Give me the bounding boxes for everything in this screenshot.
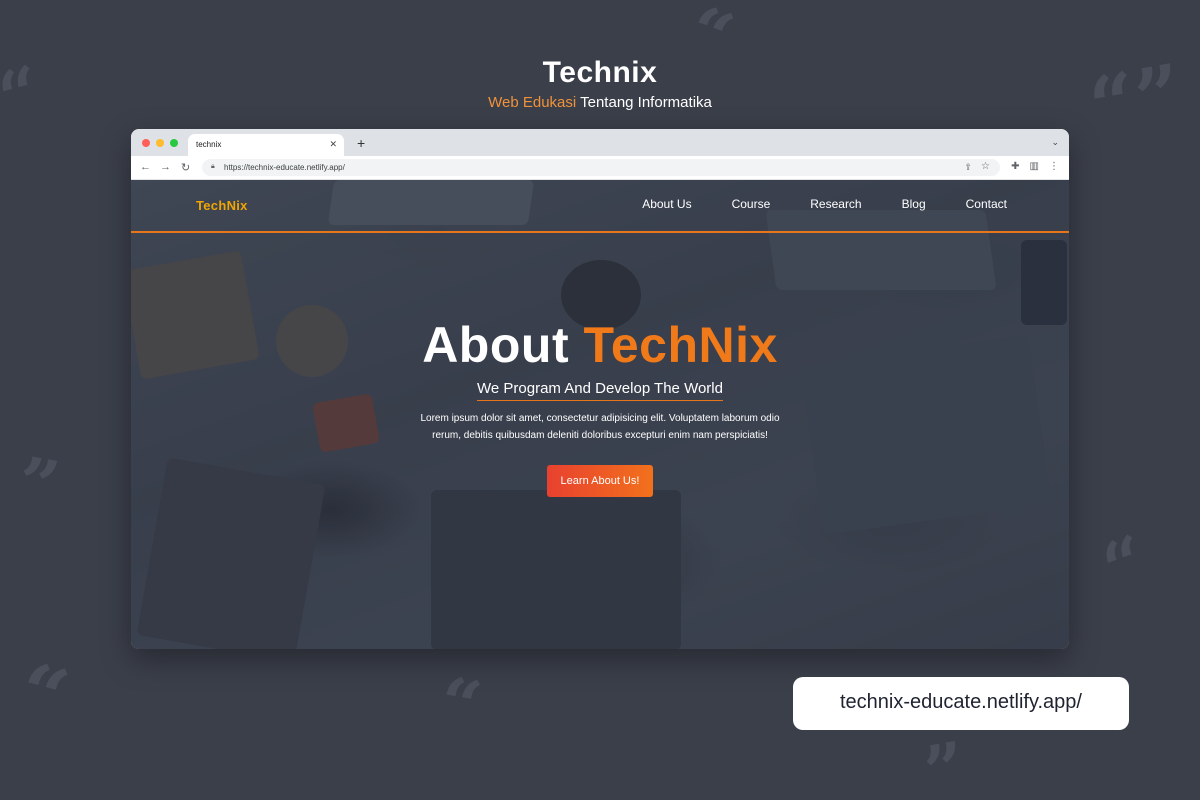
site-logo[interactable]: TechNix (196, 198, 248, 213)
hero-subtitle: We Program And Develop The World (477, 380, 723, 401)
window-controls (142, 139, 178, 147)
nav-links: About Us Course Research Blog Contact (642, 197, 1007, 211)
hero-title-white: About (422, 317, 570, 373)
share-icon[interactable]: ⇪ (964, 162, 972, 173)
quote-decoration-icon: “ (433, 660, 488, 749)
minimize-window-button[interactable] (156, 139, 164, 147)
reload-icon[interactable]: ↻ (181, 161, 190, 174)
forward-arrow-icon[interactable]: → (160, 161, 171, 173)
url-input[interactable]: 🔒︎ https://technix-educate.netlify.app/ … (202, 159, 1000, 176)
close-window-button[interactable] (142, 139, 150, 147)
plus-icon[interactable]: + (357, 135, 365, 151)
tab-title: technix (196, 140, 222, 149)
subtitle-rest: Tentang Informatika (580, 94, 712, 111)
nav-link-contact[interactable]: Contact (966, 197, 1007, 211)
url-text: https://technix-educate.netlify.app/ (224, 163, 345, 172)
nav-link-blog[interactable]: Blog (902, 197, 926, 211)
hero-title: About TechNix (131, 320, 1069, 370)
browser-window: technix ✕ + ⌄ ← → ↻ 🔒︎ https://technix-e… (131, 129, 1069, 649)
toolbar-icons: ✚ ▥ ⋮ (1011, 161, 1059, 172)
site-navbar: TechNix About Us Course Research Blog Co… (131, 180, 1069, 233)
quote-decoration-icon: “ (1091, 518, 1159, 611)
more-icon[interactable]: ⋮ (1049, 161, 1059, 172)
chevron-down-icon[interactable]: ⌄ (1051, 137, 1059, 148)
extensions-icon[interactable]: ✚ (1011, 161, 1019, 172)
page-subtitle: Web Edukasi Tentang Informatika (0, 94, 1200, 111)
page-title: Technix (542, 56, 658, 89)
nav-link-about-us[interactable]: About Us (642, 197, 691, 211)
nav-link-course[interactable]: Course (732, 197, 771, 211)
site-viewport: TechNix About Us Course Research Blog Co… (131, 180, 1069, 649)
address-bar: ← → ↻ 🔒︎ https://technix-educate.netlify… (131, 156, 1069, 180)
lock-icon: 🔒︎ (211, 163, 215, 170)
hero-description: Lorem ipsum dolor sit amet, consectetur … (420, 413, 780, 441)
sidepanel-icon[interactable]: ▥ (1030, 161, 1039, 172)
maximize-window-button[interactable] (170, 139, 178, 147)
learn-about-us-button[interactable]: Learn About Us! (546, 465, 654, 497)
browser-tab[interactable]: technix ✕ (188, 134, 344, 156)
nav-link-research[interactable]: Research (810, 197, 861, 211)
subtitle-accent: Web Edukasi (488, 94, 577, 111)
quote-decoration-icon: ” (11, 440, 66, 529)
url-badge: technix-educate.netlify.app/ (793, 677, 1129, 730)
hero-section: About TechNix We Program And Develop The… (131, 320, 1069, 497)
close-icon[interactable]: ✕ (329, 139, 337, 150)
tab-bar: technix ✕ + ⌄ (131, 129, 1069, 156)
hero-title-accent: TechNix (583, 317, 778, 373)
quote-decoration-icon: ” (918, 725, 973, 800)
star-icon[interactable]: ☆ (981, 161, 990, 172)
page-header: Technix Web Edukasi Tentang Informatika (0, 56, 1200, 111)
back-arrow-icon[interactable]: ← (140, 161, 151, 173)
quote-decoration-icon: “ (8, 643, 78, 747)
